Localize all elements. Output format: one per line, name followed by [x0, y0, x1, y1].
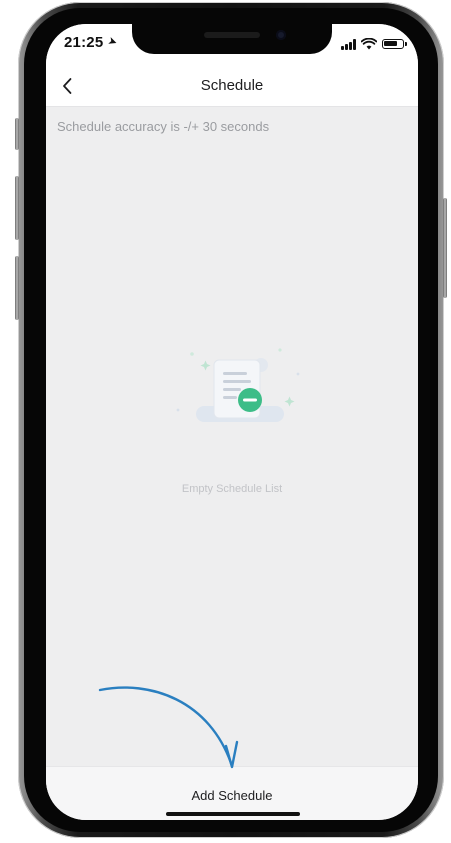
- navigation-bar: Schedule: [46, 66, 418, 107]
- front-camera: [276, 30, 286, 40]
- mute-switch: [15, 118, 19, 150]
- empty-schedule-document-icon: [176, 348, 300, 422]
- page-title: Schedule: [200, 77, 264, 94]
- status-time: 21:25: [64, 34, 104, 51]
- status-icons: [341, 37, 407, 51]
- stage: 21:25 ➤ Schedule Schedule accuracy is -/…: [0, 0, 451, 843]
- home-indicator: [166, 812, 300, 816]
- location-arrow-icon: ➤: [106, 34, 119, 50]
- notch: [132, 24, 332, 54]
- battery-level: [384, 41, 397, 46]
- signal-bars-icon: [341, 38, 356, 50]
- volume-down-button: [15, 256, 19, 320]
- wifi-icon: [361, 38, 377, 50]
- app-screen: 21:25 ➤ Schedule Schedule accuracy is -/…: [46, 24, 418, 820]
- empty-state-label: Empty Schedule List: [181, 483, 283, 495]
- accuracy-note: Schedule accuracy is -/+ 30 seconds: [57, 119, 270, 134]
- volume-up-button: [15, 176, 19, 240]
- add-schedule-button[interactable]: Add Schedule: [126, 781, 338, 809]
- power-button: [443, 198, 447, 298]
- speaker-grille: [204, 32, 260, 38]
- battery-icon: [382, 39, 407, 49]
